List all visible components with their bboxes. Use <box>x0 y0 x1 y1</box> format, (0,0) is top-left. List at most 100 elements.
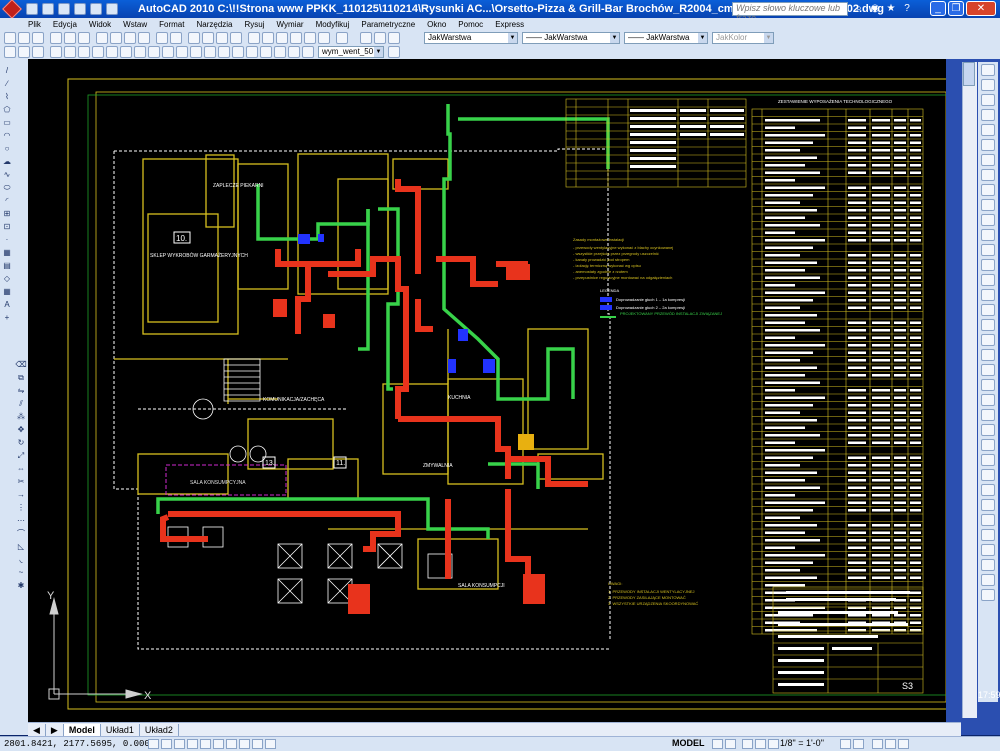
zoom-all-icon[interactable] <box>981 574 995 586</box>
offset-icon[interactable]: ⫽ <box>15 398 27 409</box>
zoom-extents-icon[interactable] <box>981 184 995 196</box>
multiline-text-icon[interactable]: A <box>1 299 13 310</box>
autocad-logo-icon[interactable] <box>0 0 24 19</box>
snap-toggle[interactable] <box>148 739 159 749</box>
zoom-extents-icon[interactable] <box>981 364 995 376</box>
lineweight-combo[interactable]: —— JakWarstwa ▼ <box>624 32 708 44</box>
dim-update-icon[interactable] <box>274 46 286 58</box>
join-icon[interactable]: ⌒ <box>15 528 27 539</box>
explode-icon[interactable]: ✱ <box>15 580 27 591</box>
zoom-prev-nav-icon[interactable] <box>981 409 995 421</box>
redo-icon[interactable] <box>90 3 102 15</box>
dim-text-edit-icon[interactable] <box>260 46 272 58</box>
favorites-star-icon[interactable]: ★ <box>884 2 898 16</box>
spline-icon[interactable]: ∿ <box>1 169 13 180</box>
showmotion-icon[interactable] <box>981 319 995 331</box>
angular-icon[interactable] <box>148 46 160 58</box>
arc-icon[interactable]: ◠ <box>1 130 13 141</box>
zoom-window-nav-icon[interactable] <box>981 559 995 571</box>
auto-scale-icon[interactable] <box>853 739 864 749</box>
properties-icon[interactable] <box>248 32 260 44</box>
polar-toggle[interactable] <box>187 739 198 749</box>
array-icon[interactable]: ⁂ <box>15 411 27 422</box>
undo-icon[interactable] <box>74 3 86 15</box>
mirror-icon[interactable]: ⇋ <box>15 385 27 396</box>
showmotion-icon[interactable] <box>981 139 995 151</box>
inspect-icon[interactable] <box>232 46 244 58</box>
table-icon[interactable]: ▦ <box>1 286 13 297</box>
circle-icon[interactable]: ○ <box>1 143 13 154</box>
open-file-icon[interactable] <box>42 3 54 15</box>
construction-line-icon[interactable]: ∕ <box>1 78 13 89</box>
properties-palette-icon[interactable] <box>981 244 995 256</box>
tab-nav-next[interactable]: ▶ <box>46 724 64 736</box>
layer-combo[interactable]: JakWarstwa ▼ <box>424 32 518 44</box>
quick-view-layouts-icon[interactable] <box>712 739 723 749</box>
baseline-icon[interactable] <box>176 46 188 58</box>
design-center-icon[interactable] <box>262 32 274 44</box>
jogged-icon[interactable] <box>120 46 132 58</box>
fillet-icon[interactable]: ◟ <box>15 554 27 565</box>
steering-icon[interactable] <box>981 514 995 526</box>
orbit-nav-icon[interactable] <box>981 484 995 496</box>
chamfer-icon[interactable]: ◺ <box>15 541 27 552</box>
binoculars-icon[interactable]: ⌕ <box>852 2 866 16</box>
menu-tools[interactable]: Narzędzia <box>190 20 238 29</box>
menu-modify[interactable]: Modyfikuj <box>310 20 356 29</box>
dimstyle-manager-icon[interactable] <box>388 46 400 58</box>
new-file-icon[interactable] <box>26 3 38 15</box>
zoom-previous-icon[interactable] <box>230 32 242 44</box>
otrack-toggle[interactable] <box>213 739 224 749</box>
color-combo[interactable]: JakKolor ▼ <box>712 32 774 44</box>
menu-parametric[interactable]: Parametryczne <box>355 20 421 29</box>
menu-file[interactable]: Plik <box>0 20 47 29</box>
extend-icon[interactable]: → <box>15 489 27 500</box>
search-input[interactable]: Wpisz słowo kluczowe lub frazę <box>732 2 848 23</box>
zoom-nav-icon[interactable] <box>981 469 995 481</box>
markup-icon[interactable] <box>304 32 316 44</box>
clean-screen-icon[interactable] <box>898 739 909 749</box>
break-at-point-icon[interactable]: ⋮ <box>15 502 27 513</box>
orbit-nav-icon[interactable] <box>981 304 995 316</box>
hatch-icon[interactable]: ▦ <box>1 247 13 258</box>
quick-view-drawings-icon[interactable] <box>725 739 736 749</box>
copy-object-icon[interactable]: ⧉ <box>15 372 27 383</box>
quick-dim-icon[interactable] <box>162 46 174 58</box>
zoom-window-nav-icon[interactable] <box>981 379 995 391</box>
move-icon[interactable]: ✥ <box>15 424 27 435</box>
zoom-nav-icon[interactable] <box>981 109 995 121</box>
tab-nav-prev[interactable]: ◀ <box>28 724 46 736</box>
save-toolbar-icon[interactable] <box>32 32 44 44</box>
scrollbar-thumb[interactable] <box>963 62 975 86</box>
annotation-visibility-icon[interactable] <box>840 739 851 749</box>
coordinates-readout[interactable]: 2801.8421, 2177.5695, 0.0000 <box>4 739 155 749</box>
center-mark-icon[interactable] <box>218 46 230 58</box>
plot-icon[interactable] <box>50 32 62 44</box>
pan-status-icon[interactable] <box>742 739 753 749</box>
ducs-toggle[interactable] <box>226 739 237 749</box>
pan-nav-icon[interactable] <box>981 454 995 466</box>
menu-view[interactable]: Widok <box>83 20 117 29</box>
make-block-icon[interactable]: ⊡ <box>1 221 13 232</box>
diameter-icon[interactable] <box>134 46 146 58</box>
line-icon[interactable]: / <box>1 65 13 76</box>
viewcube-icon[interactable] <box>981 349 995 361</box>
zoom-realtime-icon[interactable] <box>202 32 214 44</box>
vertical-scrollbar[interactable] <box>962 62 977 718</box>
close-button[interactable]: ✕ <box>966 1 996 16</box>
model-space-button[interactable]: MODEL <box>672 738 705 748</box>
paste-icon[interactable] <box>124 32 136 44</box>
dim-style-icon[interactable] <box>18 46 30 58</box>
ortho-toggle[interactable] <box>174 739 185 749</box>
preview-icon[interactable] <box>64 32 76 44</box>
orbit-nav-icon[interactable] <box>981 124 995 136</box>
menu-draw[interactable]: Rysuj <box>239 20 271 29</box>
menu-format[interactable]: Format <box>153 20 190 29</box>
arc-length-icon[interactable] <box>78 46 90 58</box>
linetype-combo[interactable]: —— JakWarstwa ▼ <box>522 32 620 44</box>
chevron-down-icon[interactable]: ▼ <box>374 47 383 57</box>
pan-nav-icon[interactable] <box>981 274 995 286</box>
layer-manager-icon[interactable] <box>360 32 372 44</box>
chevron-down-icon[interactable]: ▼ <box>764 33 773 43</box>
layer-prev-icon[interactable] <box>388 32 400 44</box>
